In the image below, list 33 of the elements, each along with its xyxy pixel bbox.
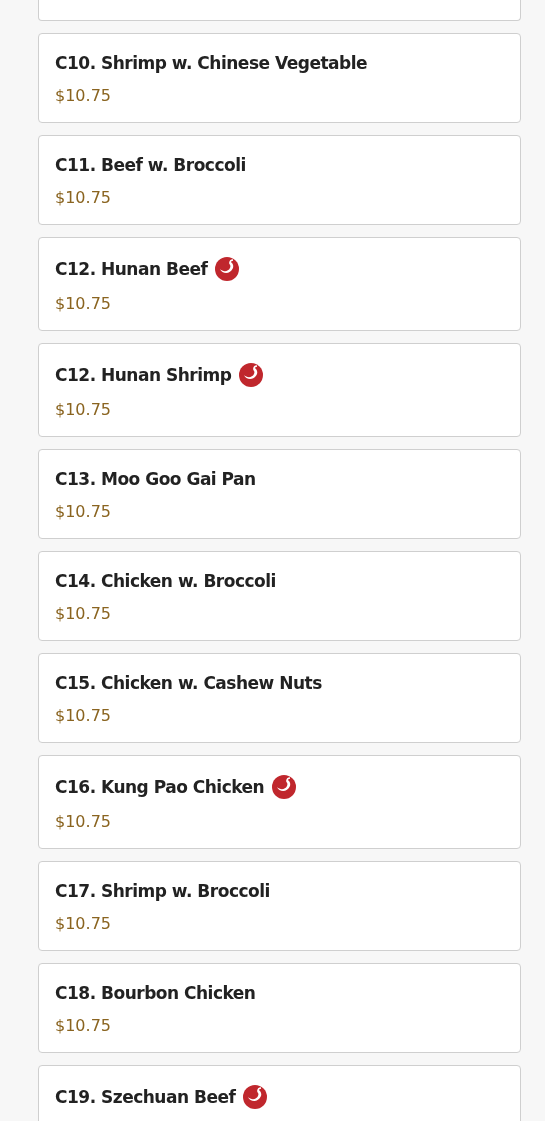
dish-price: $10.75 [55, 1015, 112, 1037]
dish-name: C15. Chicken w. Cashew Nuts [55, 672, 322, 695]
dish-price: $10.75 [55, 603, 112, 625]
dish-name: C17. Shrimp w. Broccoli [55, 880, 270, 903]
menu-item-card[interactable]: C14. Chicken w. Broccoli $10.75 [38, 551, 521, 641]
menu-item-card[interactable]: C11. Beef w. Broccoli $10.75 [38, 135, 521, 225]
dish-price: $10.75 [55, 501, 112, 523]
dish-price: $10.75 [55, 187, 112, 209]
dish-price: $10.75 [55, 811, 112, 833]
dish-name: C13. Moo Goo Gai Pan [55, 468, 256, 491]
dish-name: C14. Chicken w. Broccoli [55, 570, 276, 593]
dish-name: C11. Beef w. Broccoli [55, 154, 246, 177]
dish-price: $10.75 [55, 705, 112, 727]
menu-item-card[interactable] [38, 0, 521, 21]
menu-item-card[interactable]: C19. Szechuan Beef [38, 1065, 521, 1121]
menu-item-card[interactable]: C13. Moo Goo Gai Pan $10.75 [38, 449, 521, 539]
dish-price: $10.75 [55, 913, 112, 935]
menu-item-card[interactable]: C12. Hunan Shrimp $10.75 [38, 343, 521, 437]
dish-price: $10.75 [55, 399, 112, 421]
dish-name: C10. Shrimp w. Chinese Vegetable [55, 52, 368, 75]
dish-price: $10.75 [55, 293, 112, 315]
menu-item-card[interactable]: C17. Shrimp w. Broccoli $10.75 [38, 861, 521, 951]
menu-item-card[interactable]: C16. Kung Pao Chicken $10.75 [38, 755, 521, 849]
dish-name: C19. Szechuan Beef [55, 1086, 236, 1109]
dish-name: C12. Hunan Beef [55, 258, 208, 281]
menu-item-card[interactable]: C10. Shrimp w. Chinese Vegetable $10.75 [38, 33, 521, 123]
menu-item-card[interactable]: C15. Chicken w. Cashew Nuts $10.75 [38, 653, 521, 743]
dish-name: C12. Hunan Shrimp [55, 364, 232, 387]
menu-item-card[interactable]: C18. Bourbon Chicken $10.75 [38, 963, 521, 1053]
dish-name: C16. Kung Pao Chicken [55, 776, 265, 799]
dish-price: $10.75 [55, 85, 112, 107]
menu-item-card[interactable]: C12. Hunan Beef $10.75 [38, 237, 521, 331]
dish-name: C18. Bourbon Chicken [55, 982, 256, 1005]
